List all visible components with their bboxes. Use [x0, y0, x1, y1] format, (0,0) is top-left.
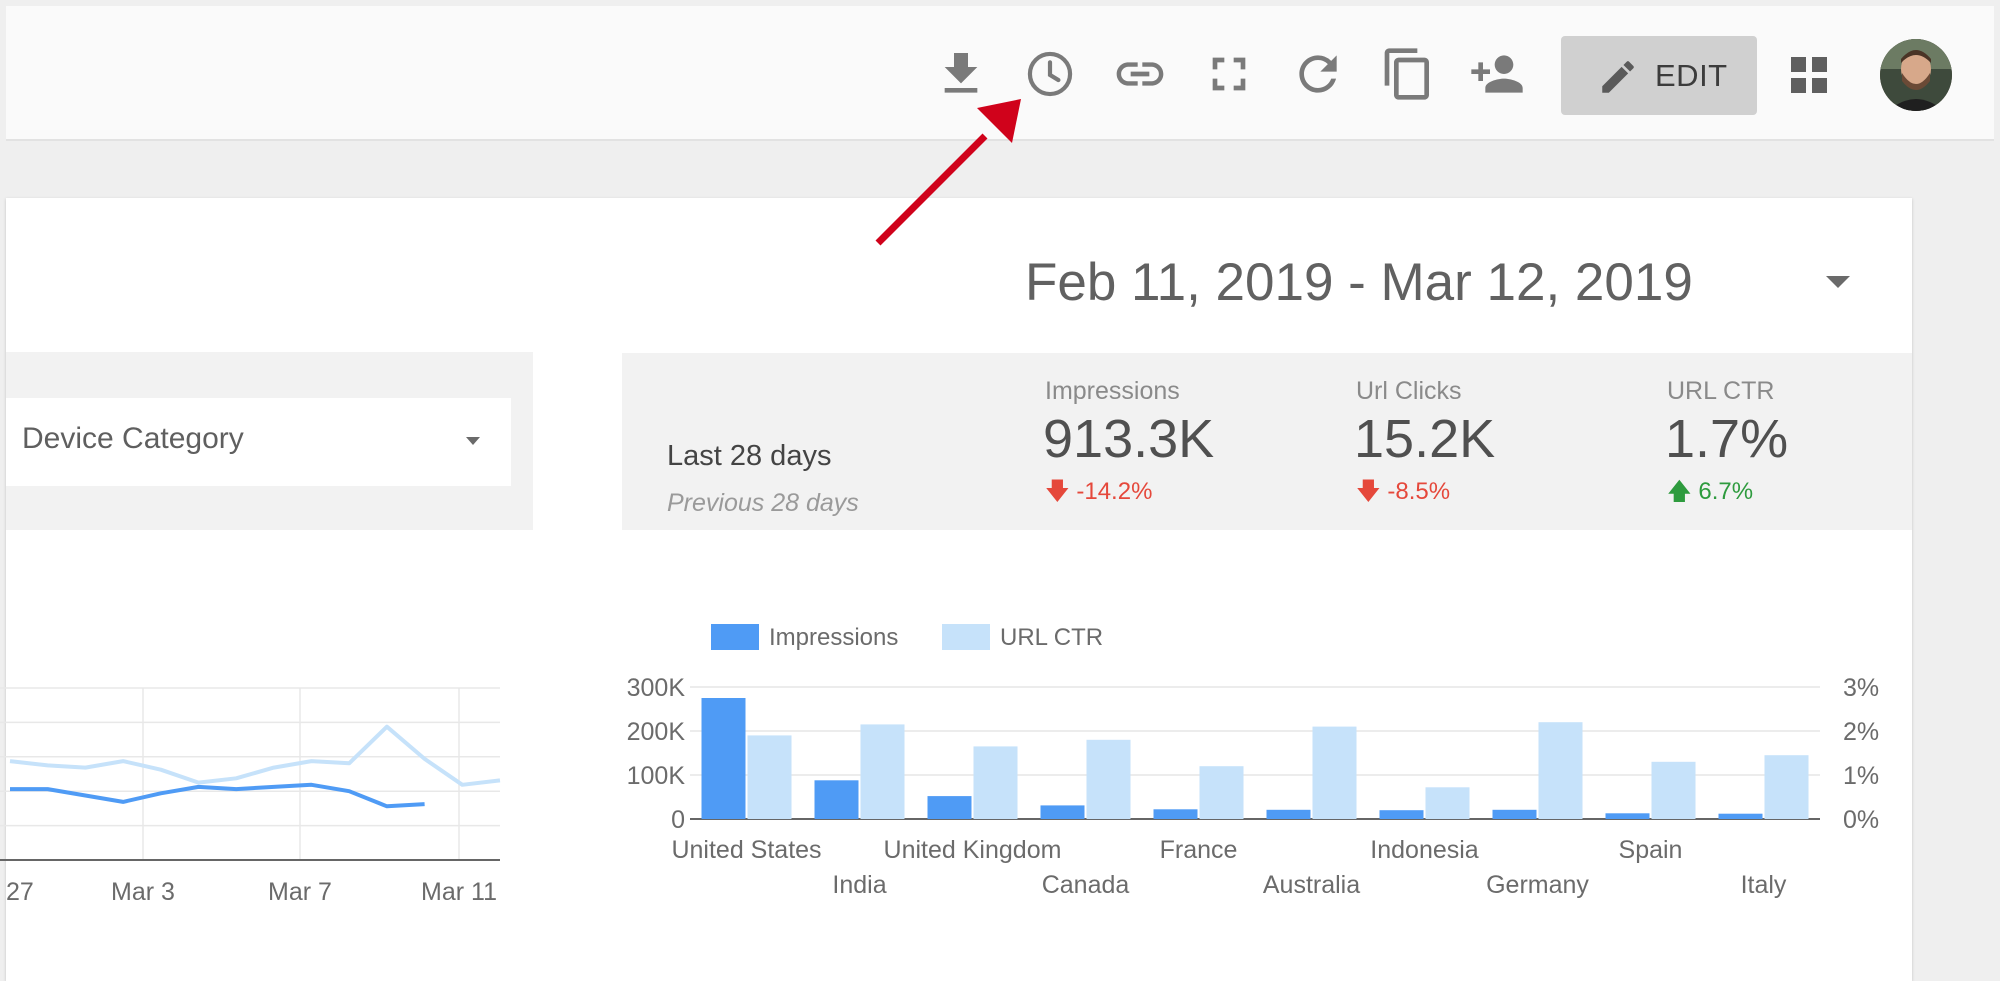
bar: [701, 698, 746, 819]
apps-icon[interactable]: [1789, 55, 1829, 95]
copy-icon[interactable]: [1380, 46, 1436, 102]
refresh-icon[interactable]: [1290, 46, 1346, 102]
x-tick-label: Mar 11: [421, 878, 497, 906]
arrow-up-icon: 🡅: [1667, 478, 1692, 505]
x-tick-label: 27: [6, 878, 34, 906]
bar: [1605, 813, 1650, 819]
legend-swatch: [711, 624, 759, 650]
bar: [1538, 722, 1583, 819]
download-icon[interactable]: [933, 46, 989, 102]
bar: [1199, 766, 1244, 819]
legend-label: Impressions: [769, 624, 898, 651]
add-person-icon[interactable]: [1469, 46, 1525, 102]
bar: [860, 724, 905, 819]
period-label: Last 28 days: [667, 440, 832, 472]
compare-period-label: Previous 28 days: [667, 489, 859, 517]
metric-name-impressions: Impressions: [1045, 377, 1180, 405]
arrow-down-icon: 🡇: [1045, 478, 1070, 505]
series-line: [9, 724, 501, 787]
metric-name-url-ctr: URL CTR: [1667, 377, 1775, 405]
y-left-tick-label: 200K: [627, 718, 686, 746]
series-line: [10, 782, 425, 809]
metric-value-url-clicks: 15.2K: [1354, 409, 1496, 469]
x-tick-label: Mar 7: [268, 878, 332, 906]
y-left-tick-label: 0: [671, 806, 685, 834]
x-tick-label: Australia: [1263, 871, 1360, 899]
x-tick-label: France: [1160, 836, 1238, 864]
bar: [1379, 810, 1424, 819]
bar: [1425, 787, 1470, 819]
filter-label: Device Category: [22, 422, 244, 455]
x-tick-label: United Kingdom: [884, 836, 1062, 864]
bar: [1086, 739, 1131, 819]
x-tick-label: United States: [671, 836, 821, 864]
edit-button[interactable]: EDIT: [1561, 36, 1757, 115]
metric-value-impressions: 913.3K: [1043, 409, 1215, 469]
device-category-filter[interactable]: Device Category: [6, 398, 511, 486]
avatar[interactable]: [1880, 39, 1952, 111]
chevron-down-icon[interactable]: [1826, 274, 1850, 290]
bar: [1153, 809, 1198, 819]
edit-button-label: EDIT: [1655, 58, 1728, 93]
bar: [1266, 809, 1311, 819]
x-tick-label: Germany: [1486, 871, 1589, 899]
bar: [1764, 755, 1809, 819]
bar: [1312, 726, 1357, 819]
x-tick-label: Mar 3: [111, 878, 175, 906]
bar: [1492, 809, 1537, 819]
legend-swatch: [942, 624, 990, 650]
arrow-down-icon: 🡇: [1356, 478, 1381, 505]
metric-delta-impressions: 🡇 -14.2%: [1045, 478, 1153, 505]
top-toolbar: EDIT: [6, 6, 1994, 141]
metric-value-url-ctr: 1.7%: [1665, 409, 1789, 469]
bar: [814, 780, 859, 819]
chevron-down-icon: [466, 437, 480, 445]
y-right-tick-label: 1%: [1843, 762, 1879, 790]
fullscreen-icon[interactable]: [1201, 46, 1257, 102]
x-tick-label: Italy: [1741, 871, 1787, 899]
bar: [927, 796, 972, 819]
link-icon[interactable]: [1112, 46, 1168, 102]
schedule-icon[interactable]: [1022, 46, 1078, 102]
country-bar-chart: 300K 200K 100K 0 3% 2% 1% 0% United States India U…: [627, 624, 1879, 899]
x-tick-label: Canada: [1042, 871, 1130, 899]
bar: [973, 746, 1018, 819]
time-series-chart: 27 Mar 3 Mar 7 Mar 11: [0, 687, 501, 906]
x-tick-label: Spain: [1619, 836, 1683, 864]
legend-label: URL CTR: [1000, 624, 1103, 651]
metric-name-url-clicks: Url Clicks: [1356, 377, 1462, 405]
y-right-tick-label: 0%: [1843, 806, 1879, 834]
report-viewer: EDIT Feb 11, 2019 - Mar 12, 2019 Device …: [0, 0, 2000, 981]
date-range-control[interactable]: Feb 11, 2019 - Mar 12, 2019: [1025, 252, 1693, 313]
y-left-tick-label: 300K: [627, 674, 686, 702]
metric-delta-url-clicks: 🡇 -8.5%: [1356, 478, 1451, 505]
y-left-tick-label: 100K: [627, 762, 686, 790]
bar: [747, 735, 792, 819]
bar: [1718, 813, 1763, 819]
bar: [1040, 805, 1085, 819]
x-tick-label: Indonesia: [1370, 836, 1479, 864]
bar: [1651, 761, 1696, 819]
pencil-icon: [1602, 61, 1634, 93]
metric-delta-url-ctr: 🡅 6.7%: [1667, 478, 1754, 505]
x-tick-label: India: [832, 871, 886, 899]
y-right-tick-label: 2%: [1843, 718, 1879, 746]
y-right-tick-label: 3%: [1843, 674, 1879, 702]
